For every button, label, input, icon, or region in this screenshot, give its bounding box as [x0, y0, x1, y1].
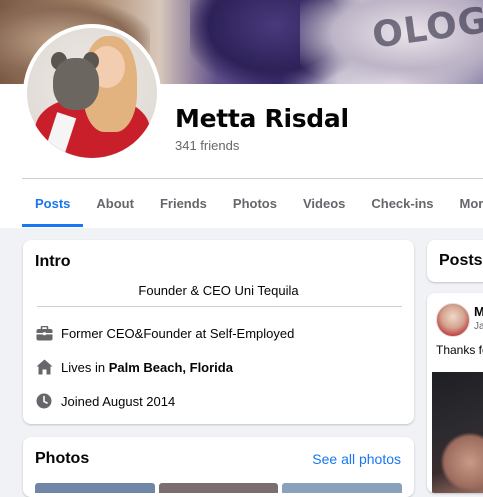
- intro-bio: Founder & CEO Uni Tequila: [138, 283, 299, 298]
- tab-posts-label: Posts: [35, 196, 71, 211]
- photos-grid: [35, 483, 403, 493]
- photos-title: Photos: [35, 450, 90, 467]
- tab-friends-label: Friends: [159, 196, 207, 211]
- intro-lives-place[interactable]: Palm Beach, Florida: [109, 360, 233, 375]
- intro-joined-text: Joined August 2014: [61, 393, 176, 409]
- intro-card: Intro Founder & CEO Uni Tequila Former C…: [23, 240, 414, 424]
- briefcase-icon: [35, 324, 53, 342]
- posts-header-card: Posts: [427, 240, 483, 282]
- intro-joined-row: Joined August 2014: [35, 392, 175, 410]
- profile-header: OLOGE Metta Risdal 341 friends Posts Abo…: [0, 0, 483, 228]
- tab-more-label: More: [459, 196, 483, 211]
- intro-lives-prefix: Lives in: [61, 359, 109, 375]
- intro-title: Intro: [35, 253, 71, 270]
- photo-thumb[interactable]: [282, 483, 403, 493]
- profile-avatar[interactable]: [23, 24, 161, 162]
- intro-divider: [37, 306, 402, 307]
- intro-work-row: Former CEO&Founder at Self-Employed: [35, 324, 294, 342]
- photo-thumb[interactable]: [35, 483, 155, 493]
- tab-posts[interactable]: Posts: [22, 184, 84, 227]
- profile-name: Metta Risdal: [175, 104, 349, 133]
- post-text: Thanks fo: [436, 343, 483, 357]
- tab-videos-label: Videos: [302, 196, 346, 211]
- friends-count[interactable]: 341 friends: [175, 138, 239, 153]
- profile-tabs: Posts About Friends Photos Videos Check-…: [22, 184, 483, 228]
- posts-title: Posts: [439, 252, 483, 269]
- tab-more[interactable]: More: [447, 184, 483, 224]
- tab-photos[interactable]: Photos: [220, 184, 290, 224]
- tab-photos-label: Photos: [232, 196, 277, 211]
- see-all-photos-link[interactable]: See all photos: [312, 451, 401, 467]
- tab-about[interactable]: About: [83, 184, 147, 224]
- post-date[interactable]: Ja: [474, 321, 483, 332]
- photos-card: Photos See all photos: [23, 437, 414, 497]
- post-image[interactable]: [432, 372, 483, 493]
- clock-icon: [35, 392, 53, 410]
- post-author[interactable]: M: [474, 304, 483, 319]
- tab-friends[interactable]: Friends: [147, 184, 220, 224]
- tab-about-label: About: [96, 196, 134, 211]
- photo-thumb[interactable]: [158, 483, 279, 493]
- post-card: M Ja Thanks fo: [427, 293, 483, 493]
- tab-check-ins-label: Check-ins: [371, 196, 434, 211]
- intro-work-text: Former CEO&Founder at Self-Employed: [61, 325, 295, 341]
- post-avatar[interactable]: [436, 303, 470, 337]
- home-icon: [35, 358, 53, 376]
- intro-lives-row: Lives in Palm Beach, Florida: [35, 358, 233, 376]
- tab-check-ins[interactable]: Check-ins: [358, 184, 446, 224]
- header-divider: [22, 178, 483, 179]
- tab-videos[interactable]: Videos: [290, 184, 358, 224]
